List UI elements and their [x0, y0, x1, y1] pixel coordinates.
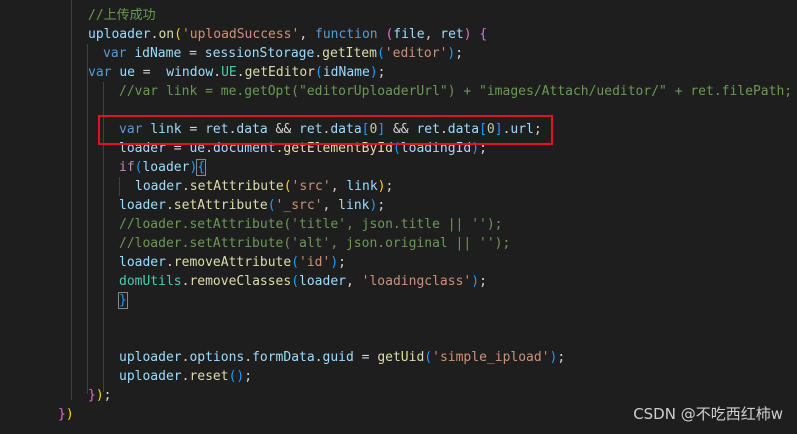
identifier: idName	[134, 46, 182, 61]
identifier: uploader	[119, 369, 182, 384]
method: getEditor	[244, 65, 316, 80]
identifier: idName	[322, 65, 370, 80]
comment: //loader.setAttribute('alt', json.origin…	[119, 236, 511, 251]
highlight-box	[98, 115, 553, 145]
comment: //loader.setAttribute('title', json.titl…	[119, 217, 503, 232]
keyword: var	[103, 46, 127, 61]
code-line-1: //上传成功	[88, 6, 156, 25]
identifier: options	[189, 350, 245, 365]
code-line-13: //loader.setAttribute('alt', json.origin…	[119, 234, 510, 253]
comment: //var link = me.getOpt("editorUploaderUr…	[119, 84, 793, 99]
string: 'editor'	[384, 46, 448, 61]
identifier: sessionStorage	[204, 46, 315, 61]
identifier: loader	[299, 274, 346, 289]
method: setAttribute	[189, 179, 284, 194]
comment: //上传成功	[88, 8, 156, 23]
method: removeClasses	[189, 274, 292, 289]
method: on	[158, 27, 175, 42]
param: ret	[440, 27, 464, 42]
code-line-5: //var link = me.getOpt("editorUploaderUr…	[119, 82, 792, 101]
method: setAttribute	[173, 198, 268, 213]
code-line-20: uploader.reset();	[119, 369, 253, 384]
string: 'loadingclass'	[361, 274, 472, 289]
code-line-15: domUtils.removeClasses(loader, 'loadingc…	[119, 274, 487, 289]
indent-guide	[119, 177, 120, 196]
class: UE	[221, 65, 237, 80]
string: 'simple_ipload'	[432, 350, 550, 365]
keyword: function	[315, 27, 378, 42]
param: file	[393, 27, 425, 42]
identifier: link	[346, 179, 378, 194]
identifier: uploader	[88, 27, 151, 42]
string: 'id'	[299, 255, 331, 270]
class: domUtils	[119, 274, 182, 289]
identifier: link	[338, 198, 370, 213]
identifier: loader	[119, 198, 166, 213]
method: getUid	[377, 350, 425, 365]
code-line-14: loader.removeAttribute('id');	[119, 255, 346, 270]
keyword: var	[88, 65, 112, 80]
identifier: ue	[119, 65, 135, 80]
code-line-12: //loader.setAttribute('title', json.titl…	[119, 215, 503, 234]
indent-guide	[71, 0, 72, 400]
identifier: guid	[322, 350, 354, 365]
watermark: CSDN @不吃西红柿w	[633, 405, 783, 423]
code-line-16: }	[118, 292, 128, 309]
code-line-21: });	[88, 388, 112, 403]
string: 'src'	[291, 179, 331, 194]
code-line-2: uploader.on('uploadSuccess', function (f…	[88, 27, 488, 42]
identifier: uploader	[119, 350, 182, 365]
string: 'uploadSuccess'	[181, 27, 300, 42]
code-line-4: var ue = window.UE.getEditor(idName);	[88, 65, 386, 80]
method: removeAttribute	[173, 255, 292, 270]
code-line-22: })	[58, 407, 74, 422]
string: '_src'	[275, 198, 323, 213]
code-line-11: loader.setAttribute('_src', link);	[119, 198, 386, 213]
code-line-19: uploader.options.formData.guid = getUid(…	[119, 350, 566, 365]
code-line-10: loader.setAttribute('src', link);	[135, 179, 394, 194]
code-editor[interactable]: //上传成功 uploader.on('uploadSuccess', func…	[0, 0, 797, 434]
keyword: if	[119, 160, 135, 175]
identifier: loader	[135, 179, 182, 194]
code-line-9: if(loader){	[119, 159, 207, 176]
method: reset	[189, 369, 229, 384]
identifier: window	[166, 65, 214, 80]
method: getItem	[322, 46, 377, 61]
indent-guide	[87, 44, 88, 394]
identifier: formData	[252, 350, 315, 365]
code-line-3: var idName = sessionStorage.getItem('edi…	[103, 46, 464, 61]
identifier: loader	[142, 160, 190, 175]
identifier: loader	[119, 255, 166, 270]
